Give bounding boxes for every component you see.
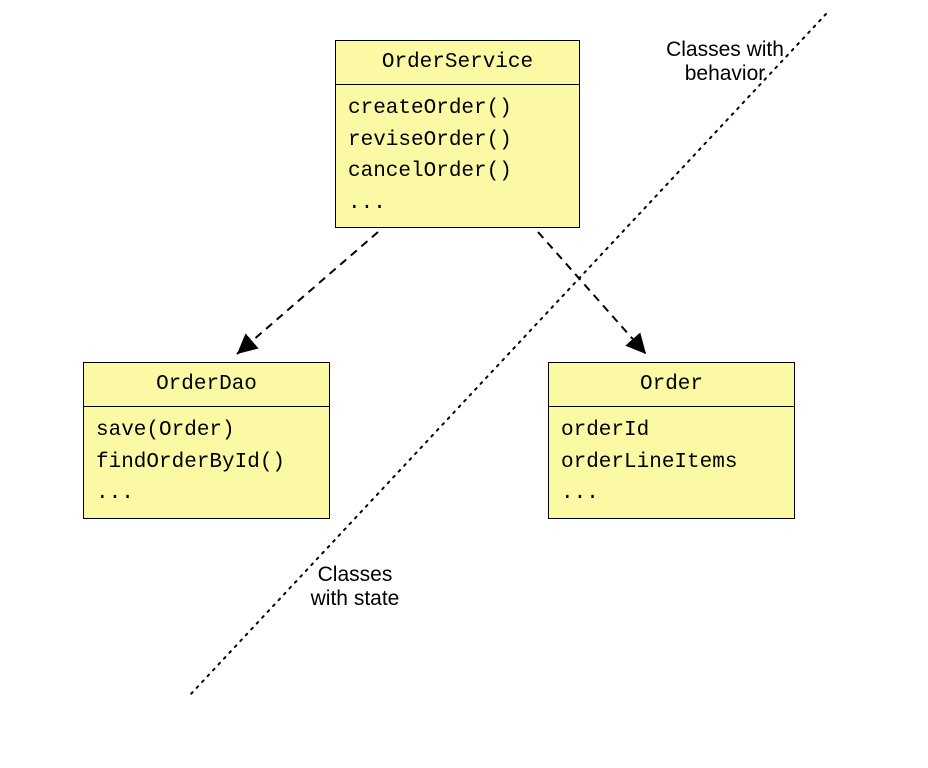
class-header: Order xyxy=(549,363,794,407)
class-member: cancelOrder() xyxy=(348,156,567,188)
dependency-arrow-order xyxy=(538,232,646,354)
label-state: Classes with state xyxy=(295,563,415,611)
label-behavior: Classes with behavior xyxy=(635,38,815,86)
class-member: findOrderById() xyxy=(96,447,317,479)
class-body: orderId orderLineItems ... xyxy=(549,407,794,518)
class-member: save(Order) xyxy=(96,415,317,447)
dependency-arrow-dao xyxy=(237,232,378,354)
class-member: ... xyxy=(561,478,782,510)
class-member: createOrder() xyxy=(348,93,567,125)
class-header: OrderService xyxy=(336,41,579,85)
class-body: save(Order) findOrderById() ... xyxy=(84,407,329,518)
class-header: OrderDao xyxy=(84,363,329,407)
label-line: Classes with xyxy=(635,38,815,62)
class-order-service: OrderService createOrder() reviseOrder()… xyxy=(335,40,580,228)
class-member: ... xyxy=(348,188,567,220)
label-line: with state xyxy=(295,587,415,611)
class-member: orderId xyxy=(561,415,782,447)
class-body: createOrder() reviseOrder() cancelOrder(… xyxy=(336,85,579,227)
label-line: Classes xyxy=(295,563,415,587)
label-line: behavior xyxy=(635,62,815,86)
class-member: reviseOrder() xyxy=(348,125,567,157)
class-order: Order orderId orderLineItems ... xyxy=(548,362,795,519)
class-member: orderLineItems xyxy=(561,447,782,479)
class-order-dao: OrderDao save(Order) findOrderById() ... xyxy=(83,362,330,519)
class-member: ... xyxy=(96,478,317,510)
